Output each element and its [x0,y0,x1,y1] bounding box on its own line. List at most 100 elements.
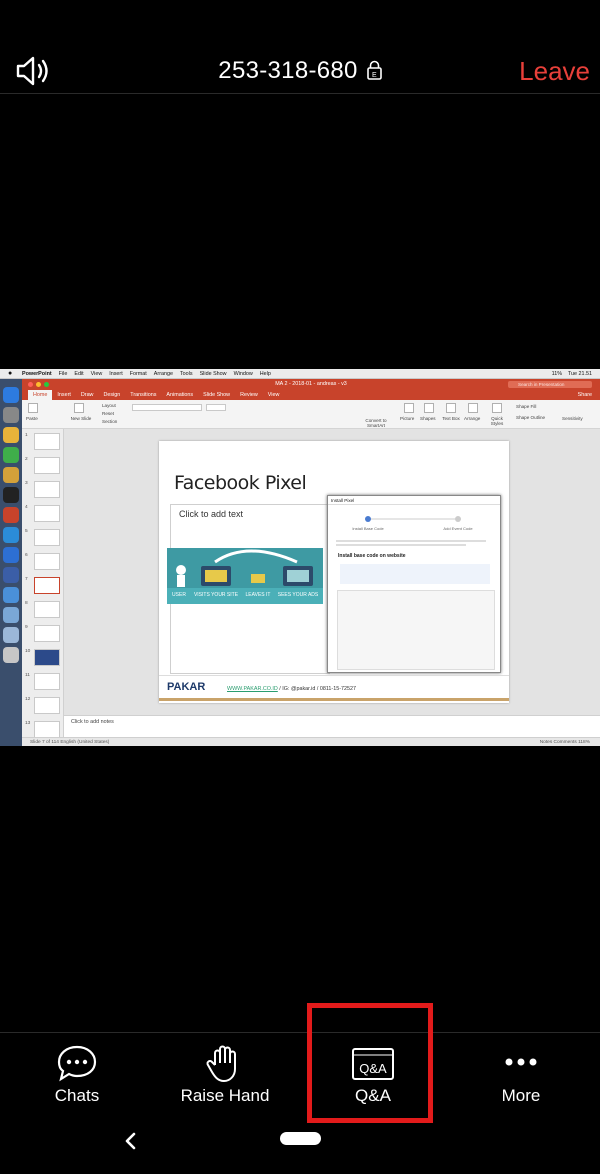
font-name-field[interactable] [132,404,202,411]
mac-menu-item: Arrange [153,371,173,377]
folder-icon [3,607,19,623]
mac-menu-item: Edit [74,371,84,377]
slide-thumbnail[interactable] [34,505,60,522]
settings-icon [3,407,19,423]
tab-design[interactable]: Design [98,390,125,400]
popup-heading: Install base code on website [338,553,406,559]
thumbnail-number: 6 [25,553,28,558]
tab-slide-show[interactable]: Slide Show [198,390,235,400]
share-button[interactable]: Share [578,392,592,398]
thumbnail-number: 3 [25,481,28,486]
thumbnail-number: 7 [25,577,28,582]
mac-menu-item: Slide Show [199,371,227,377]
slide-thumbnail[interactable] [34,481,60,498]
thumbnail-number: 12 [25,697,31,702]
illus-label: VISITS YOUR SITE [194,592,239,598]
shared-screen: ● PowerPoint File Edit View Insert Forma… [0,369,600,746]
new-slide-icon[interactable] [74,403,84,413]
thumbnail-number: 1 [25,433,28,438]
more-dots-icon [505,1058,537,1066]
raise-hand-button[interactable]: Raise Hand [150,1033,300,1113]
layout-button[interactable]: Layout [102,403,116,408]
illus-label: SEES YOUR ADS [278,592,319,598]
picture-icon[interactable] [404,403,414,413]
tab-insert[interactable]: Insert [52,390,75,400]
status-left: Slide 7 of 114 English (United States) [30,740,110,745]
leave-button[interactable]: Leave [519,56,590,87]
slide-thumbnail[interactable] [34,457,60,474]
slide-thumbnail[interactable] [34,553,60,570]
battery-level: 11% [551,371,563,377]
notes-pane[interactable]: Click to add notes [64,715,600,737]
mac-menu-bar: ● PowerPoint File Edit View Insert Forma… [0,369,600,379]
back-icon[interactable] [120,1128,140,1154]
slide-thumbnail[interactable] [34,721,60,737]
qa-highlight-box [307,1003,433,1123]
footer-url[interactable]: WWW.PAKAR.CO.ID [227,686,278,692]
tab-home[interactable]: Home [28,390,53,400]
retargeting-diagram: USER VISITS YOUR SITE LEAVES IT SEES YOU… [167,549,323,604]
popup-instructions [340,564,490,584]
slide-thumbnail[interactable] [34,529,60,546]
meeting-top-bar: 253-318-680 E Leave [0,0,600,94]
slide-thumbnail[interactable] [34,433,60,450]
hand-icon [206,1045,236,1082]
convert-smartart-label[interactable]: Convert to SmartArt [364,418,388,428]
section-button[interactable]: Section [102,419,117,424]
picture-label: Picture [400,416,415,421]
mac-menu-item: Insert [109,371,123,377]
tab-transitions[interactable]: Transitions [125,390,161,400]
mac-status-area: 11% Tue 21.51 [552,371,592,377]
folder-icon [3,627,19,643]
footer-accent-bar [159,698,509,701]
mac-menu-item: Window [233,371,253,377]
slide-thumbnail[interactable] [34,625,60,642]
tab-review[interactable]: Review [235,390,263,400]
chats-label: Chats [54,1086,100,1105]
more-label: More [501,1086,541,1105]
illus-label: USER [172,592,186,598]
tab-view[interactable]: View [263,390,285,400]
mac-menu: PowerPoint File Edit View Insert Format … [22,371,271,377]
slide-thumbnail-selected[interactable] [34,577,60,594]
shape-outline-button[interactable]: Shape Outline [516,415,545,420]
slide-thumbnail[interactable] [34,697,60,714]
sensitivity-button[interactable]: Sensitivity [562,416,583,421]
powerpoint-icon [3,507,19,523]
text-box-icon[interactable] [446,403,456,413]
slide-thumbnail[interactable] [34,649,60,666]
tab-animations[interactable]: Animations [161,390,198,400]
font-size-field[interactable] [206,404,226,411]
app-icon [3,527,19,543]
raise-hand-label: Raise Hand [180,1086,270,1105]
thumbnail-number: 2 [25,457,28,462]
chats-button[interactable]: Chats [2,1033,152,1113]
ribbon-tab-bar: Home Insert Draw Design Transitions Anim… [22,390,600,400]
arrange-icon[interactable] [468,403,478,413]
meeting-toolbar: Chats Raise Hand Q&A Q&A More [0,1032,600,1112]
shape-fill-button[interactable]: Shape Fill [516,404,536,409]
home-pill[interactable] [280,1132,321,1145]
tab-draw[interactable]: Draw [76,390,99,400]
pixel-illustration: USER VISITS YOUR SITE LEAVES IT SEES YOU… [167,548,323,604]
sketch-icon [3,427,19,443]
paste-label: Paste [26,416,38,421]
mac-menu-item: Tools [179,371,193,377]
android-nav-bar [0,1112,600,1174]
status-right: Notes Comments 118% [539,740,590,745]
app-icon [3,587,19,603]
reset-button[interactable]: Reset [102,411,114,416]
paste-icon[interactable] [28,403,38,413]
ribbon-toolbar: Paste New Slide Layout Reset Section Con… [22,400,600,429]
current-slide[interactable]: Facebook Pixel Click to add text USER VI… [159,441,509,703]
pakar-logo: PAKAR [167,681,206,693]
slide-thumbnail[interactable] [34,601,60,618]
quick-styles-icon[interactable] [492,403,502,413]
shapes-icon[interactable] [424,403,434,413]
slide-title[interactable]: Facebook Pixel [174,472,307,494]
meeting-id[interactable]: 253-318-680 E [0,57,600,85]
search-presentation-input[interactable]: Search in Presentation [508,381,592,388]
more-button[interactable]: More [446,1033,596,1113]
footer-contact-text: / IG: @pakar.id / 0811-15-72527 [277,686,357,692]
slide-thumbnail[interactable] [34,673,60,690]
